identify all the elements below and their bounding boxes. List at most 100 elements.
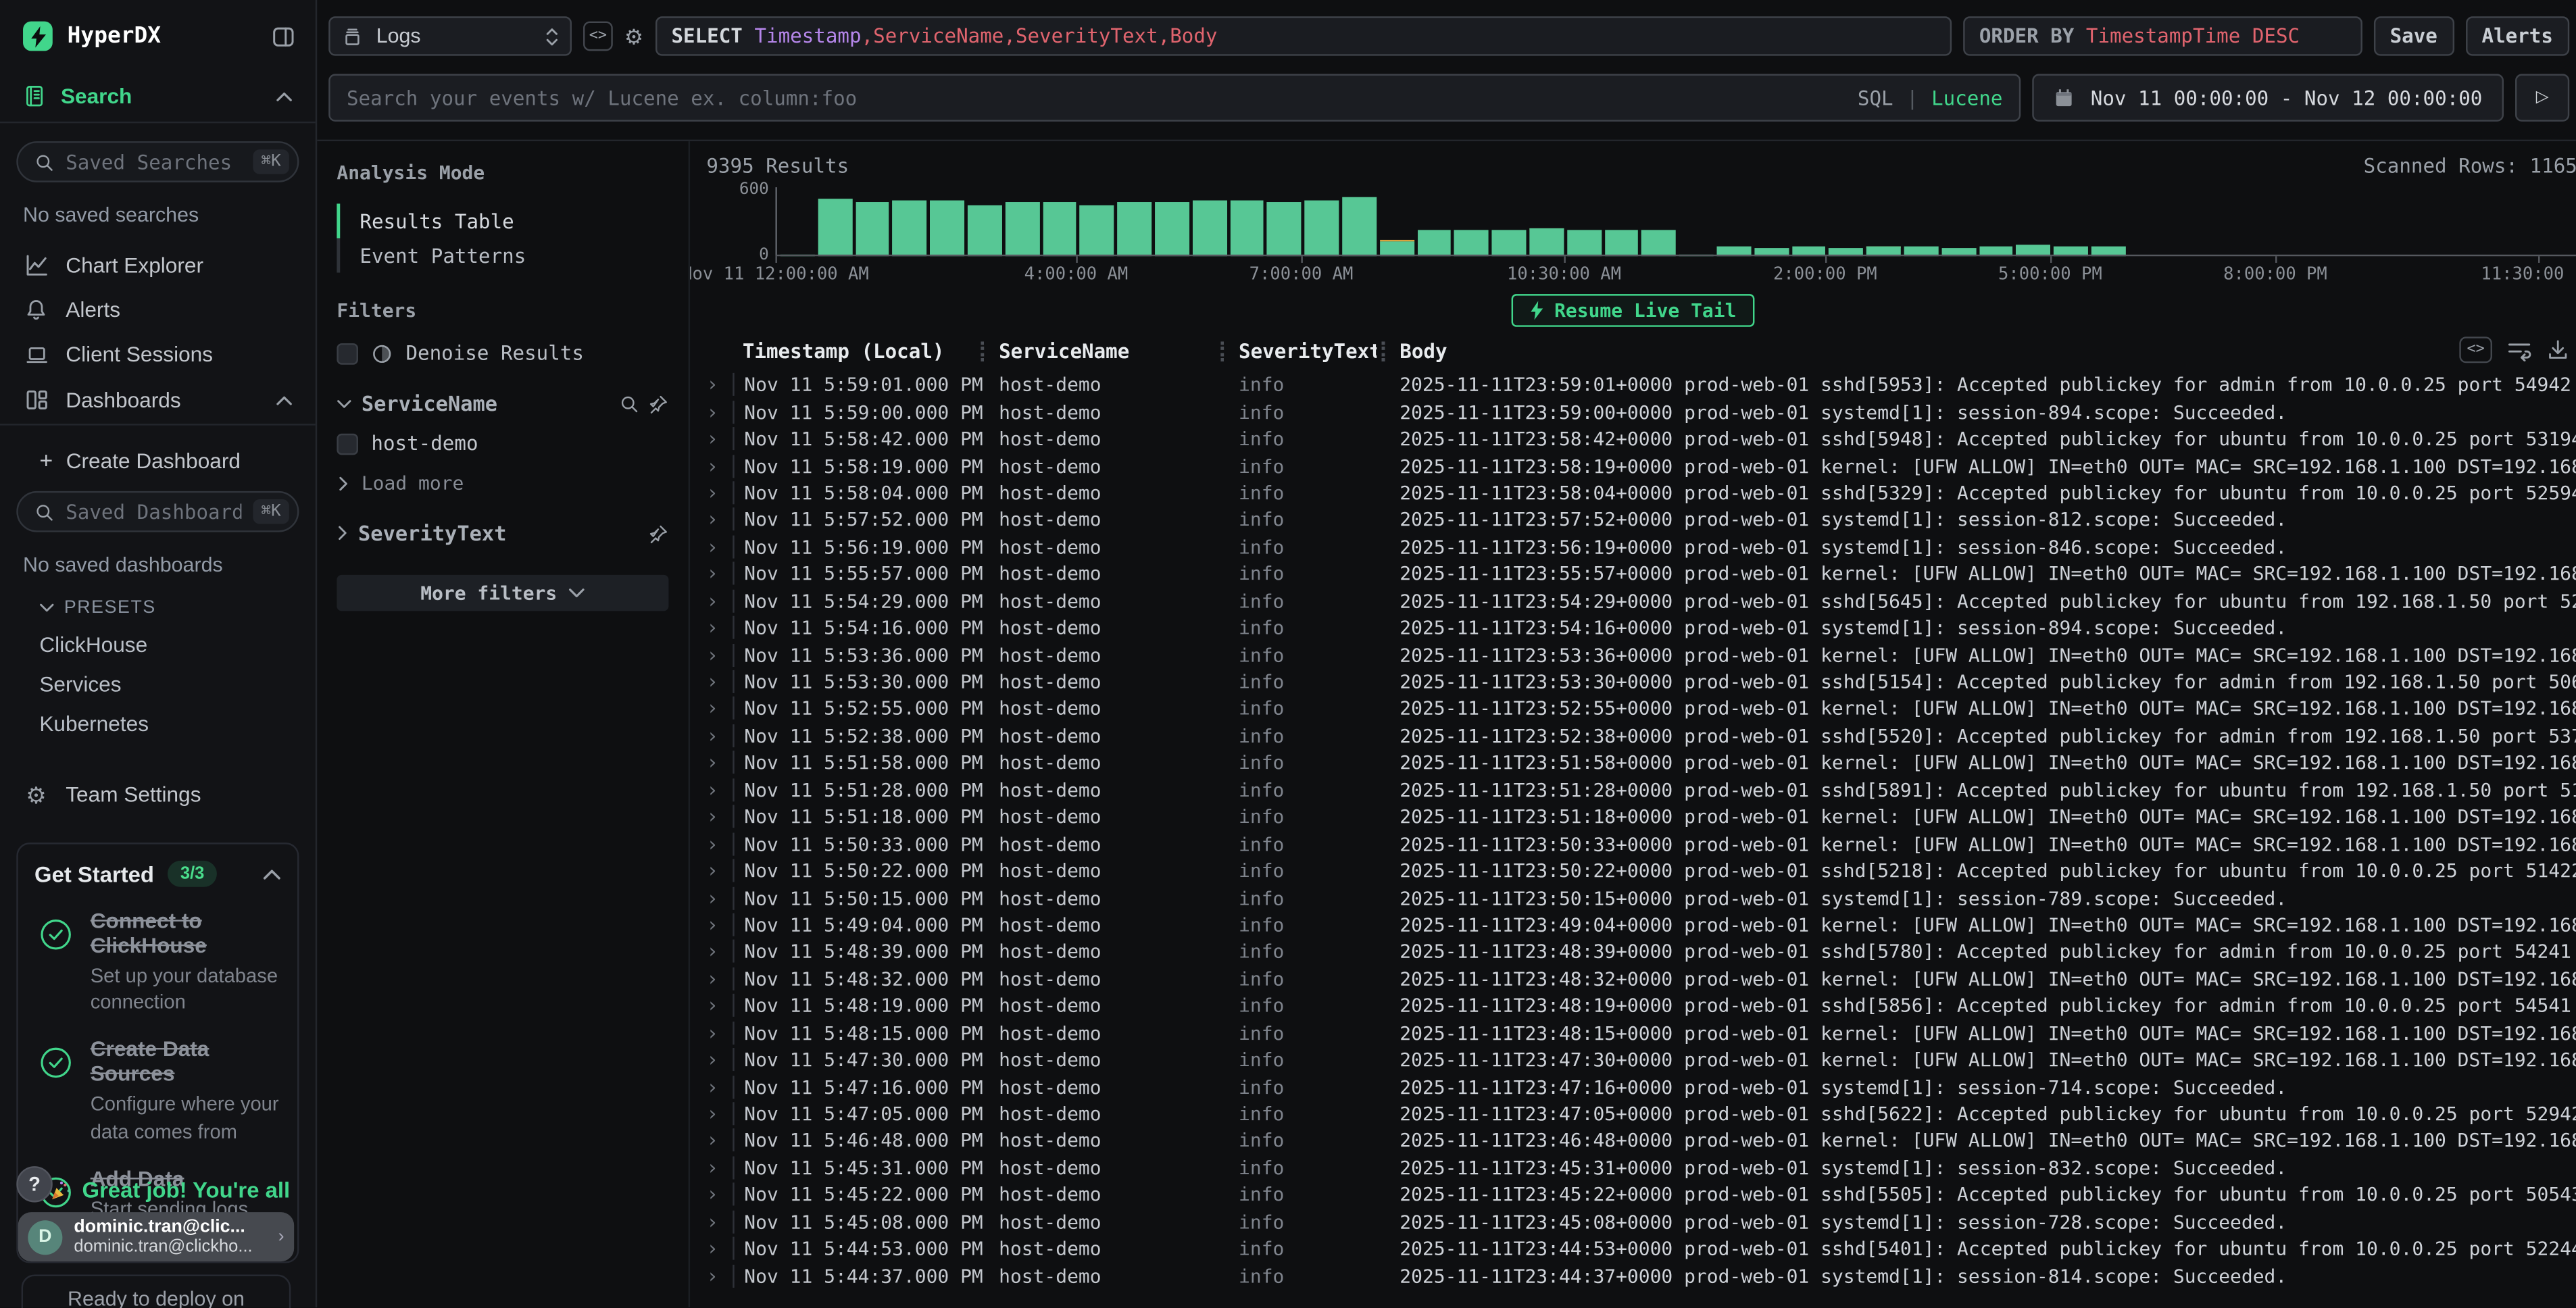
saved-searches-input[interactable]: Saved Searches ⌘K (16, 141, 299, 182)
histogram-bar[interactable] (1228, 187, 1265, 256)
code-view-icon[interactable]: <> (2459, 336, 2492, 363)
save-button[interactable]: Save (2373, 16, 2454, 55)
date-range-picker[interactable]: Nov 11 00:00:00 - Nov 12 00:00:00 (2032, 74, 2504, 122)
histogram-bar[interactable] (966, 187, 1003, 256)
filter-value-host-demo[interactable]: host-demo (337, 432, 668, 455)
deploy-note[interactable]: Ready to deploy on (22, 1275, 291, 1308)
alerts-button[interactable]: Alerts (2465, 16, 2569, 55)
row-expander-icon[interactable]: › (706, 483, 733, 503)
saved-dashboards-input[interactable]: Saved Dashboards ⌘K (16, 491, 299, 532)
row-expander-icon[interactable]: › (706, 1131, 733, 1151)
row-expander-icon[interactable]: › (706, 942, 733, 961)
histogram-bar[interactable] (1603, 187, 1640, 256)
table-row[interactable]: ›Nov 11 5:48:19.000 PMhost-demoinfo2025-… (706, 992, 2576, 1020)
table-row[interactable]: ›Nov 11 5:59:01.000 PMhost-demoinfo2025-… (706, 371, 2576, 398)
histogram-bar[interactable] (1790, 187, 1827, 256)
row-expander-icon[interactable]: › (706, 969, 733, 988)
column-header-body[interactable]: Body (1390, 340, 2576, 363)
histogram-bar[interactable] (1341, 187, 1378, 256)
column-header-severitytext[interactable]: SeverityText (1229, 340, 1377, 363)
row-expander-icon[interactable]: › (706, 780, 733, 799)
histogram-bar[interactable] (778, 187, 816, 256)
table-row[interactable]: ›Nov 11 5:53:36.000 PMhost-demoinfo2025-… (706, 641, 2576, 668)
row-expander-icon[interactable]: › (706, 726, 733, 745)
mode-results-table[interactable]: Results Table (337, 203, 668, 238)
download-icon[interactable] (2546, 338, 2569, 361)
row-expander-icon[interactable]: › (706, 915, 733, 934)
preset-services[interactable]: Services (0, 657, 316, 696)
row-expander-icon[interactable]: › (706, 1023, 733, 1042)
get-started-step-connect[interactable]: Connect to ClickHouseSet up your databas… (34, 908, 281, 1015)
column-header-timestamp[interactable]: Timestamp (Local) (733, 340, 976, 363)
histogram-bar[interactable] (1939, 187, 1977, 256)
histogram-bar[interactable] (1977, 187, 2014, 256)
table-row[interactable]: ›Nov 11 5:51:18.000 PMhost-demoinfo2025-… (706, 803, 2576, 830)
histogram-bar[interactable] (1416, 187, 1453, 256)
source-select[interactable]: Logs (328, 16, 572, 55)
histogram-bar[interactable] (2052, 187, 2089, 256)
histogram-bar[interactable] (2202, 187, 2239, 256)
row-expander-icon[interactable]: › (706, 753, 733, 772)
table-row[interactable]: ›Nov 11 5:52:55.000 PMhost-demoinfo2025-… (706, 695, 2576, 722)
load-more-button[interactable]: Load more (337, 472, 668, 495)
row-expander-icon[interactable]: › (706, 456, 733, 476)
denoise-results-checkbox[interactable]: Denoise Results (337, 342, 668, 365)
row-expander-icon[interactable]: › (706, 888, 733, 907)
wrap-lines-icon[interactable] (2507, 339, 2531, 361)
select-clause-input[interactable]: SELECT Timestamp,ServiceName,SeverityTex… (655, 16, 1951, 55)
row-expander-icon[interactable]: › (706, 645, 733, 664)
table-row[interactable]: ›Nov 11 5:44:37.000 PMhost-demoinfo2025-… (706, 1262, 2576, 1289)
table-row[interactable]: ›Nov 11 5:55:57.000 PMhost-demoinfo2025-… (706, 560, 2576, 587)
histogram-bar[interactable] (2239, 187, 2277, 256)
run-query-button[interactable]: ▷ (2515, 74, 2569, 122)
more-filters-button[interactable]: More filters (337, 575, 668, 611)
column-resize-handle[interactable] (1382, 342, 1390, 361)
histogram-bar[interactable] (1303, 187, 1340, 256)
row-expander-icon[interactable]: › (706, 591, 733, 611)
code-toggle-button[interactable]: <> (583, 22, 613, 51)
histogram-bar[interactable] (816, 187, 853, 256)
histogram-bar[interactable] (1565, 187, 1602, 256)
row-expander-icon[interactable]: › (706, 537, 733, 557)
row-expander-icon[interactable]: › (706, 1077, 733, 1097)
histogram-bar[interactable] (1902, 187, 1939, 256)
table-row[interactable]: ›Nov 11 5:46:48.000 PMhost-demoinfo2025-… (706, 1127, 2576, 1154)
table-row[interactable]: ›Nov 11 5:50:15.000 PMhost-demoinfo2025-… (706, 884, 2576, 911)
table-row[interactable]: ›Nov 11 5:48:15.000 PMhost-demoinfo2025-… (706, 1019, 2576, 1046)
row-expander-icon[interactable]: › (706, 618, 733, 637)
table-row[interactable]: ›Nov 11 5:54:29.000 PMhost-demoinfo2025-… (706, 587, 2576, 614)
histogram-bar[interactable] (2464, 187, 2501, 256)
table-row[interactable]: ›Nov 11 5:54:16.000 PMhost-demoinfo2025-… (706, 614, 2576, 641)
table-row[interactable]: ›Nov 11 5:58:42.000 PMhost-demoinfo2025-… (706, 425, 2576, 452)
table-row[interactable]: ›Nov 11 5:57:52.000 PMhost-demoinfo2025-… (706, 506, 2576, 533)
histogram-bar[interactable] (2389, 187, 2426, 256)
row-expander-icon[interactable]: › (706, 429, 733, 449)
histogram-bar[interactable] (2352, 187, 2389, 256)
histogram-bar[interactable] (1378, 187, 1415, 256)
table-row[interactable]: ›Nov 11 5:51:58.000 PMhost-demoinfo2025-… (706, 749, 2576, 776)
lang-lucene-toggle[interactable]: Lucene (1931, 86, 2002, 109)
table-row[interactable]: ›Nov 11 5:48:39.000 PMhost-demoinfo2025-… (706, 938, 2576, 965)
histogram-bar[interactable] (2539, 187, 2576, 256)
histogram-bar[interactable] (1752, 187, 1789, 256)
table-row[interactable]: ›Nov 11 5:45:08.000 PMhost-demoinfo2025-… (706, 1208, 2576, 1235)
table-row[interactable]: ›Nov 11 5:48:32.000 PMhost-demoinfo2025-… (706, 965, 2576, 992)
histogram-bar[interactable] (1453, 187, 1490, 256)
table-row[interactable]: ›Nov 11 5:51:28.000 PMhost-demoinfo2025-… (706, 776, 2576, 803)
row-expander-icon[interactable]: › (706, 1158, 733, 1178)
filter-group-servicename[interactable]: ServiceName (337, 391, 668, 416)
checkbox[interactable] (337, 343, 358, 364)
histogram-bar[interactable] (2089, 187, 2127, 256)
table-row[interactable]: ›Nov 11 5:58:04.000 PMhost-demoinfo2025-… (706, 479, 2576, 506)
presets-toggle[interactable]: PRESETS (0, 576, 316, 618)
help-button[interactable]: ? (16, 1166, 52, 1202)
row-expander-icon[interactable]: › (706, 672, 733, 691)
preset-kubernetes[interactable]: Kubernetes (0, 697, 316, 736)
histogram-bar[interactable] (1154, 187, 1191, 256)
row-expander-icon[interactable]: › (706, 1212, 733, 1232)
histogram-bar[interactable] (1677, 187, 1714, 256)
query-settings-gear-icon[interactable]: ⚙ (624, 26, 643, 47)
histogram-bar[interactable] (1041, 187, 1078, 256)
checkbox[interactable] (337, 433, 358, 455)
lang-sql-toggle[interactable]: SQL (1858, 86, 1893, 109)
